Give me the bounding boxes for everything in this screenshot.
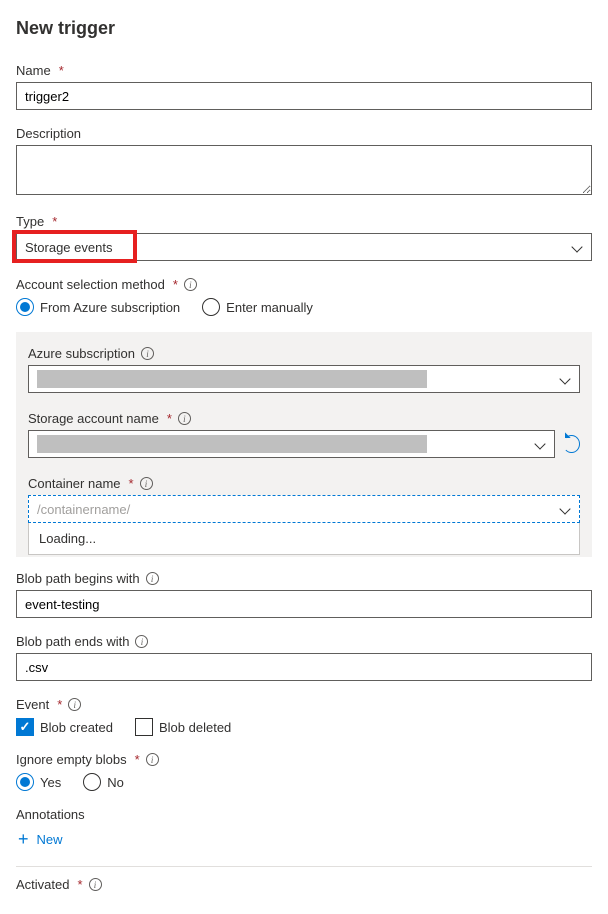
radio-label: No [107, 775, 124, 790]
name-label: Name [16, 63, 51, 78]
blob-begins-label: Blob path begins with [16, 571, 140, 586]
refresh-icon[interactable] [563, 435, 580, 453]
type-value: Storage events [25, 240, 112, 255]
azure-sub-label: Azure subscription [28, 346, 135, 361]
checkbox-icon-checked: ✓ [16, 718, 34, 736]
blob-begins-field: Blob path begins with i [16, 571, 592, 618]
required-asterisk: * [52, 214, 57, 229]
add-annotation-button[interactable]: + New [16, 826, 592, 852]
storage-account-field: Storage account name * i [28, 411, 580, 458]
info-icon[interactable]: i [89, 878, 102, 891]
name-input[interactable] [16, 82, 592, 110]
type-field: Type * Storage events [16, 214, 592, 261]
description-label: Description [16, 126, 81, 141]
blob-ends-label: Blob path ends with [16, 634, 129, 649]
description-input[interactable] [16, 145, 592, 195]
blob-ends-input[interactable] [16, 653, 592, 681]
required-asterisk: * [167, 411, 172, 426]
masked-value [37, 370, 427, 388]
type-select[interactable]: Storage events [16, 233, 592, 261]
event-field: Event * i ✓ Blob created Blob deleted [16, 697, 592, 736]
chevron-down-icon [571, 241, 583, 253]
info-icon[interactable]: i [141, 347, 154, 360]
activated-label: Activated [16, 877, 69, 892]
description-field: Description [16, 126, 592, 198]
radio-yes[interactable]: Yes [16, 773, 61, 791]
blob-begins-input[interactable] [16, 590, 592, 618]
chevron-down-icon [559, 503, 571, 515]
required-asterisk: * [77, 877, 82, 892]
checkbox-icon [135, 718, 153, 736]
type-label: Type [16, 214, 44, 229]
annotations-label: Annotations [16, 807, 85, 822]
required-asterisk: * [173, 277, 178, 292]
info-icon[interactable]: i [140, 477, 153, 490]
ignore-empty-field: Ignore empty blobs * i Yes No [16, 752, 592, 791]
radio-icon-selected [16, 773, 34, 791]
required-asterisk: * [59, 63, 64, 78]
chevron-down-icon [559, 373, 571, 385]
account-method-field: Account selection method * i From Azure s… [16, 277, 592, 316]
azure-subscription-field: Azure subscription i [28, 346, 580, 393]
radio-icon [83, 773, 101, 791]
required-asterisk: * [57, 697, 62, 712]
radio-label: Yes [40, 775, 61, 790]
storage-acct-label: Storage account name [28, 411, 159, 426]
name-field: Name * [16, 63, 592, 110]
container-dropdown-panel: Loading... [28, 523, 580, 555]
radio-enter-manually[interactable]: Enter manually [202, 298, 313, 316]
page-title: New trigger [16, 18, 592, 39]
info-icon[interactable]: i [68, 698, 81, 711]
container-label: Container name [28, 476, 121, 491]
ignore-empty-label: Ignore empty blobs [16, 752, 127, 767]
checkbox-blob-created[interactable]: ✓ Blob created [16, 718, 113, 736]
checkbox-label: Blob created [40, 720, 113, 735]
masked-value [37, 435, 427, 453]
radio-no[interactable]: No [83, 773, 124, 791]
radio-from-azure[interactable]: From Azure subscription [16, 298, 180, 316]
radio-label: From Azure subscription [40, 300, 180, 315]
info-icon[interactable]: i [184, 278, 197, 291]
account-method-label: Account selection method [16, 277, 165, 292]
blob-ends-field: Blob path ends with i [16, 634, 592, 681]
required-asterisk: * [129, 476, 134, 491]
radio-label: Enter manually [226, 300, 313, 315]
annotations-field: Annotations + New [16, 807, 592, 852]
container-placeholder: /containername/ [37, 502, 130, 517]
activated-field: Activated * i [16, 877, 592, 892]
required-asterisk: * [135, 752, 140, 767]
radio-icon-selected [16, 298, 34, 316]
info-icon[interactable]: i [135, 635, 148, 648]
container-select[interactable]: /containername/ [28, 495, 580, 523]
info-icon[interactable]: i [146, 753, 159, 766]
azure-sub-select[interactable] [28, 365, 580, 393]
radio-icon [202, 298, 220, 316]
loading-text: Loading... [39, 531, 96, 546]
storage-acct-select[interactable] [28, 430, 555, 458]
info-icon[interactable]: i [146, 572, 159, 585]
azure-config-panel: Azure subscription i Storage account nam… [16, 332, 592, 557]
checkbox-label: Blob deleted [159, 720, 231, 735]
plus-icon: + [18, 830, 29, 848]
checkbox-blob-deleted[interactable]: Blob deleted [135, 718, 231, 736]
container-name-field: Container name * i /containername/ Loadin… [28, 476, 580, 555]
divider [16, 866, 592, 867]
event-label: Event [16, 697, 49, 712]
chevron-down-icon [534, 438, 546, 450]
new-label: New [37, 832, 63, 847]
info-icon[interactable]: i [178, 412, 191, 425]
